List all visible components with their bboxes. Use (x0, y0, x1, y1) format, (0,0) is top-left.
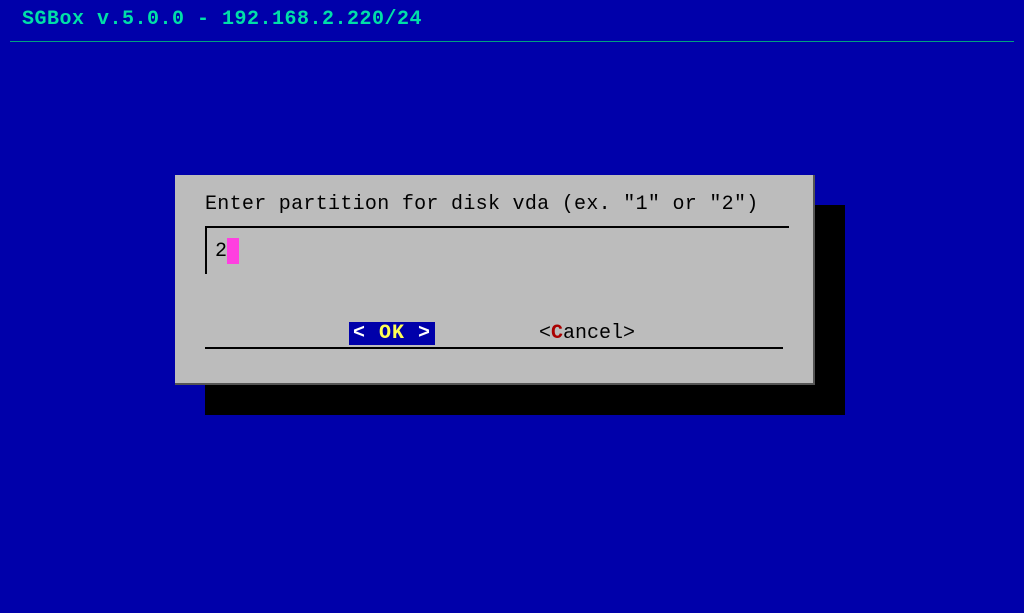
app-header: SGBox v.5.0.0 - 192.168.2.220/24 (10, 0, 1014, 42)
ok-right-bracket: > (405, 322, 431, 345)
dialog-prompt: Enter partition for disk vda (ex. "1" or… (205, 193, 783, 216)
partition-dialog: Enter partition for disk vda (ex. "1" or… (175, 175, 815, 385)
cancel-button[interactable]: <Cancel> (535, 322, 639, 345)
app-title: SGBox v.5.0.0 - 192.168.2.220/24 (22, 8, 422, 31)
button-row: < OK > <Cancel> (205, 322, 783, 349)
ok-button[interactable]: < OK > (349, 322, 435, 345)
cancel-left-bracket: < (539, 322, 551, 345)
cancel-rest: ancel (563, 322, 623, 345)
dialog-wrapper: Enter partition for disk vda (ex. "1" or… (175, 175, 815, 385)
ok-left-bracket: < (353, 322, 379, 345)
cancel-hotkey: C (551, 322, 563, 345)
cancel-right-bracket: > (623, 322, 635, 345)
partition-input[interactable]: 2 (205, 226, 789, 274)
partition-input-value: 2 (215, 240, 227, 263)
text-cursor (227, 238, 239, 264)
ok-label: OK (379, 322, 405, 345)
